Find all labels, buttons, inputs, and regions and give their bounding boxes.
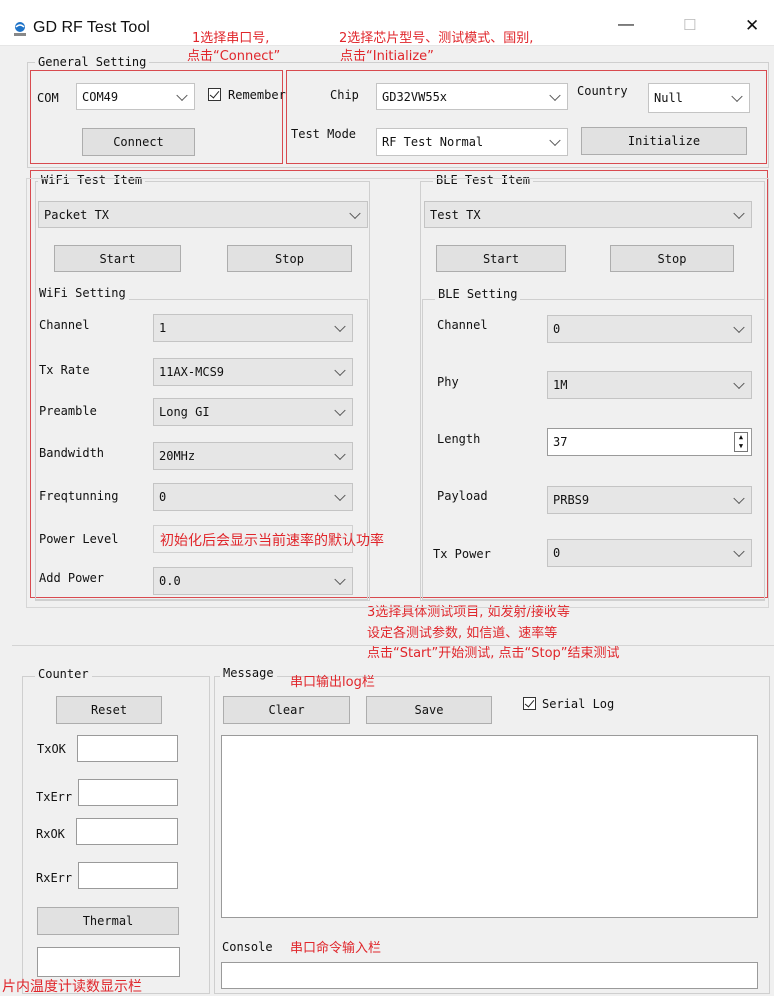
thermal-button[interactable]: Thermal [37, 907, 179, 935]
rxok-label: RxOK [36, 827, 65, 841]
message-log-area[interactable] [221, 735, 758, 918]
close-button[interactable]: ✕ [745, 16, 759, 36]
country-label: Country [577, 84, 628, 98]
initialize-button[interactable]: Initialize [581, 127, 747, 155]
chip-select-value: GD32VW55x [382, 89, 448, 104]
com-select-value: COM49 [82, 89, 119, 104]
txok-field[interactable] [77, 735, 178, 762]
maximize-button[interactable]: ☐ [683, 16, 696, 34]
com-select[interactable]: COM49 [76, 83, 195, 110]
test-mode-select[interactable]: RF Test Normal [376, 128, 568, 156]
console-label: Console [222, 940, 273, 954]
thermal-display [37, 947, 180, 977]
txerr-label: TxErr [36, 790, 73, 804]
annotation-step1-line1: 1选择串口号, [192, 31, 270, 46]
test-area-frame [26, 178, 769, 608]
com-label: COM [37, 91, 59, 105]
chip-select[interactable]: GD32VW55x [376, 83, 568, 110]
annotation-log: 串口输出log栏 [290, 675, 375, 690]
annotation-thermal: 片内温度计读数显示栏 [2, 979, 142, 995]
checkmark-icon [524, 697, 535, 708]
annotation-step3-line2: 设定各测试参数, 如信道、速率等 [367, 626, 558, 641]
serial-log-label: Serial Log [542, 697, 615, 711]
connect-button[interactable]: Connect [82, 128, 195, 156]
general-setting-legend: General Setting [35, 55, 150, 69]
divider [12, 645, 774, 646]
serial-log-checkbox[interactable] [523, 697, 536, 710]
save-button[interactable]: Save [366, 696, 492, 724]
window-title: GD RF Test Tool [33, 19, 150, 36]
chevron-down-icon [176, 89, 188, 101]
country-select[interactable]: Null [648, 83, 750, 113]
test-mode-label: Test Mode [291, 127, 357, 141]
txok-label: TxOK [37, 742, 66, 756]
minimize-button[interactable]: — [618, 16, 634, 34]
txerr-field[interactable] [78, 779, 178, 806]
checkmark-icon [209, 88, 220, 99]
chevron-down-icon [731, 90, 743, 103]
annotation-step2-line1: 2选择芯片型号、测试模式、国别, [339, 31, 534, 46]
remember-checkbox[interactable] [208, 88, 221, 101]
app-icon [12, 21, 28, 37]
rxerr-label: RxErr [36, 871, 73, 885]
chevron-down-icon [549, 89, 561, 101]
clear-button[interactable]: Clear [223, 696, 350, 724]
rxok-field[interactable] [76, 818, 178, 845]
rxerr-field[interactable] [78, 862, 178, 889]
test-mode-select-value: RF Test Normal [382, 135, 484, 149]
counter-legend: Counter [35, 667, 92, 681]
console-input[interactable] [221, 962, 758, 989]
annotation-console: 串口命令输入栏 [290, 941, 382, 956]
chip-label: Chip [330, 88, 359, 102]
chevron-down-icon [549, 134, 561, 147]
remember-label: Remember [228, 88, 286, 102]
message-legend: Message [220, 666, 277, 680]
reset-button[interactable]: Reset [56, 696, 162, 724]
country-select-value: Null [654, 91, 683, 105]
